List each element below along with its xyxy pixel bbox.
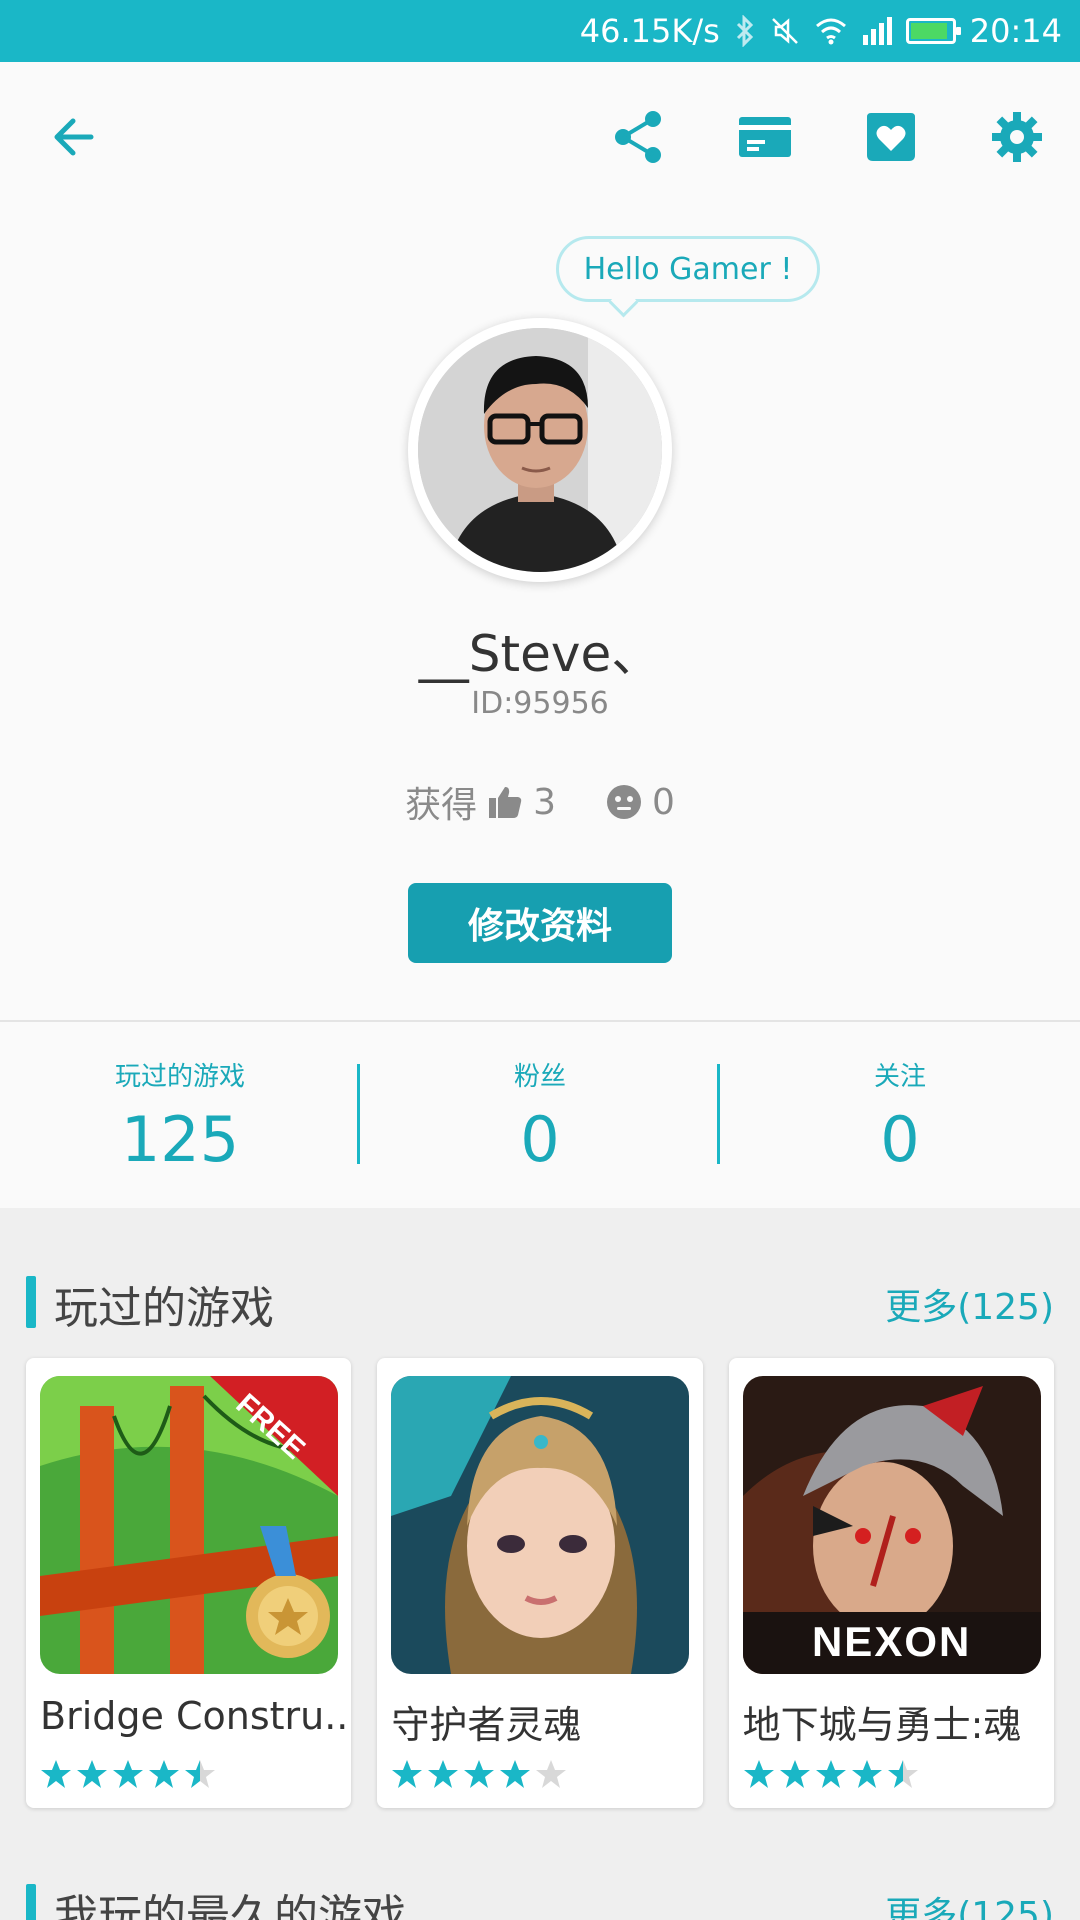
rating-stars (391, 1758, 567, 1790)
star-icon (743, 1760, 774, 1788)
stat-value: 0 (880, 1103, 920, 1176)
earned-label: 获得 (405, 785, 478, 826)
star-icon (185, 1760, 215, 1788)
reactions-row: 获得 3 0 (0, 776, 1080, 828)
stat-value: 125 (120, 1103, 240, 1176)
played-games-list: FREE Bridge Constru... 守护者灵魂 NEXON 地下城与勇… (26, 1358, 1054, 1808)
rating-stars (743, 1758, 919, 1790)
star-icon (149, 1760, 179, 1788)
played-games-header: 玩过的游戏 更多(125) (0, 1262, 1080, 1334)
greeting-bubble: Hello Gamer ! (556, 236, 820, 302)
more-link[interactable]: 更多(125) (885, 1278, 1054, 1330)
nexon-logo: NEXON (811, 1618, 972, 1665)
arrow-left-icon (54, 118, 94, 156)
status-bar: 46.15K/s 20:14 (0, 0, 1080, 62)
stat-label: 关注 (873, 1062, 926, 1092)
bluetooth-icon (734, 15, 756, 47)
star-icon (887, 1760, 918, 1788)
stat-label: 玩过的游戏 (114, 1062, 245, 1092)
dislikes-count: 0 (652, 781, 675, 823)
section-accent-bar (26, 1276, 36, 1328)
mute-icon (770, 16, 800, 46)
network-speed: 46.15K/s (579, 12, 720, 50)
game-name: 守护者灵魂 (391, 1703, 582, 1747)
more-link[interactable]: 更多(125) (885, 1886, 1054, 1920)
likes-count: 3 (533, 781, 556, 823)
star-icon (464, 1760, 495, 1788)
clock: 20:14 (969, 12, 1062, 50)
back-button[interactable] (38, 102, 108, 172)
game-card[interactable]: NEXON 地下城与勇士:魂 (728, 1358, 1054, 1808)
game-name: 地下城与勇士:魂 (742, 1703, 1022, 1747)
game-icon: NEXON (742, 1376, 1041, 1674)
share-button[interactable] (604, 102, 674, 172)
favorite-button[interactable] (856, 102, 926, 172)
battery-icon (905, 18, 961, 44)
gear-icon (992, 112, 1042, 162)
edit-profile-button[interactable]: 修改资料 (408, 883, 672, 963)
star-icon (851, 1760, 882, 1788)
section-title: 我玩的最久的游戏 (54, 1891, 406, 1920)
avatar[interactable] (408, 318, 672, 582)
toolbar (0, 62, 1080, 212)
star-icon (536, 1760, 567, 1788)
game-card[interactable]: FREE Bridge Constru... (26, 1358, 352, 1808)
card-icon (739, 117, 791, 157)
game-icon (391, 1376, 690, 1674)
stat-following[interactable]: 关注 0 (720, 1022, 1080, 1208)
star-icon (392, 1760, 423, 1788)
username: __Steve、 (418, 625, 662, 683)
stat-fans[interactable]: 粉丝 0 (360, 1022, 720, 1208)
heart-box-icon (867, 113, 915, 161)
card-button[interactable] (730, 102, 800, 172)
longest-played-header: 我玩的最久的游戏 更多(125) (0, 1870, 1080, 1920)
face-icon (607, 785, 641, 819)
star-icon (41, 1760, 71, 1788)
stat-label: 粉丝 (513, 1062, 566, 1092)
star-icon (77, 1760, 107, 1788)
user-id: ID:95956 (471, 686, 609, 721)
stats-bar: 玩过的游戏 125 粉丝 0 关注 0 (0, 1022, 1080, 1208)
section-accent-bar (26, 1884, 36, 1920)
settings-button[interactable] (982, 102, 1052, 172)
stat-games-played[interactable]: 玩过的游戏 125 (0, 1022, 360, 1208)
star-icon (113, 1760, 143, 1788)
star-icon (779, 1760, 810, 1788)
stat-value: 0 (520, 1103, 560, 1176)
avatar-photo (418, 328, 662, 572)
signal-icon (862, 17, 892, 45)
thumbs-up-icon (489, 787, 522, 818)
game-name: Bridge Constru... (40, 1694, 352, 1738)
wifi-icon (814, 17, 848, 45)
star-icon (428, 1760, 459, 1788)
greeting-text: Hello Gamer ! (583, 251, 793, 287)
rating-stars (40, 1758, 216, 1790)
section-title: 玩过的游戏 (54, 1283, 274, 1334)
star-icon (500, 1760, 531, 1788)
game-icon: FREE (40, 1376, 338, 1674)
game-card[interactable]: 守护者灵魂 (377, 1358, 703, 1808)
star-icon (815, 1760, 846, 1788)
share-icon (615, 111, 661, 163)
